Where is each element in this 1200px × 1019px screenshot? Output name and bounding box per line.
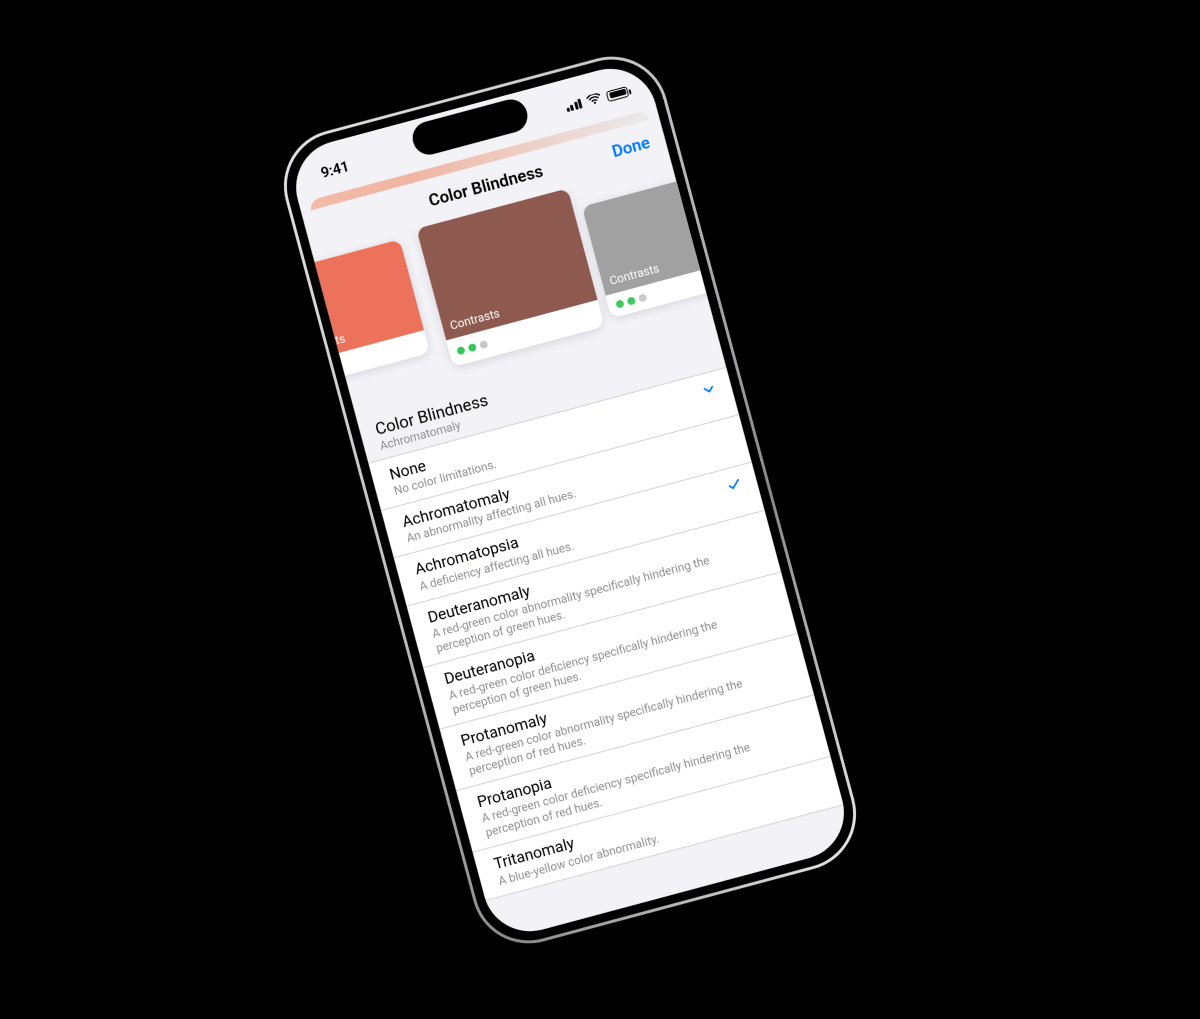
empty-indicator [711,427,728,432]
empty-indicator [803,769,820,774]
checkmark-icon [724,474,745,494]
wifi-icon [586,92,603,107]
done-button[interactable]: Done [610,133,652,162]
battery-icon [606,85,630,101]
empty-indicator [786,707,803,712]
status-time: 9:41 [319,157,351,181]
empty-indicator [753,584,770,589]
options-list: NoneNo color limitations.AchromatomalyAn… [368,366,843,900]
empty-indicator [770,645,787,650]
cellular-signal-icon [565,98,583,112]
empty-indicator [737,522,754,527]
iphone-device-mockup: 9:41 Color Blindness Done Contr [278,51,861,949]
chevron-down-icon [698,379,719,399]
